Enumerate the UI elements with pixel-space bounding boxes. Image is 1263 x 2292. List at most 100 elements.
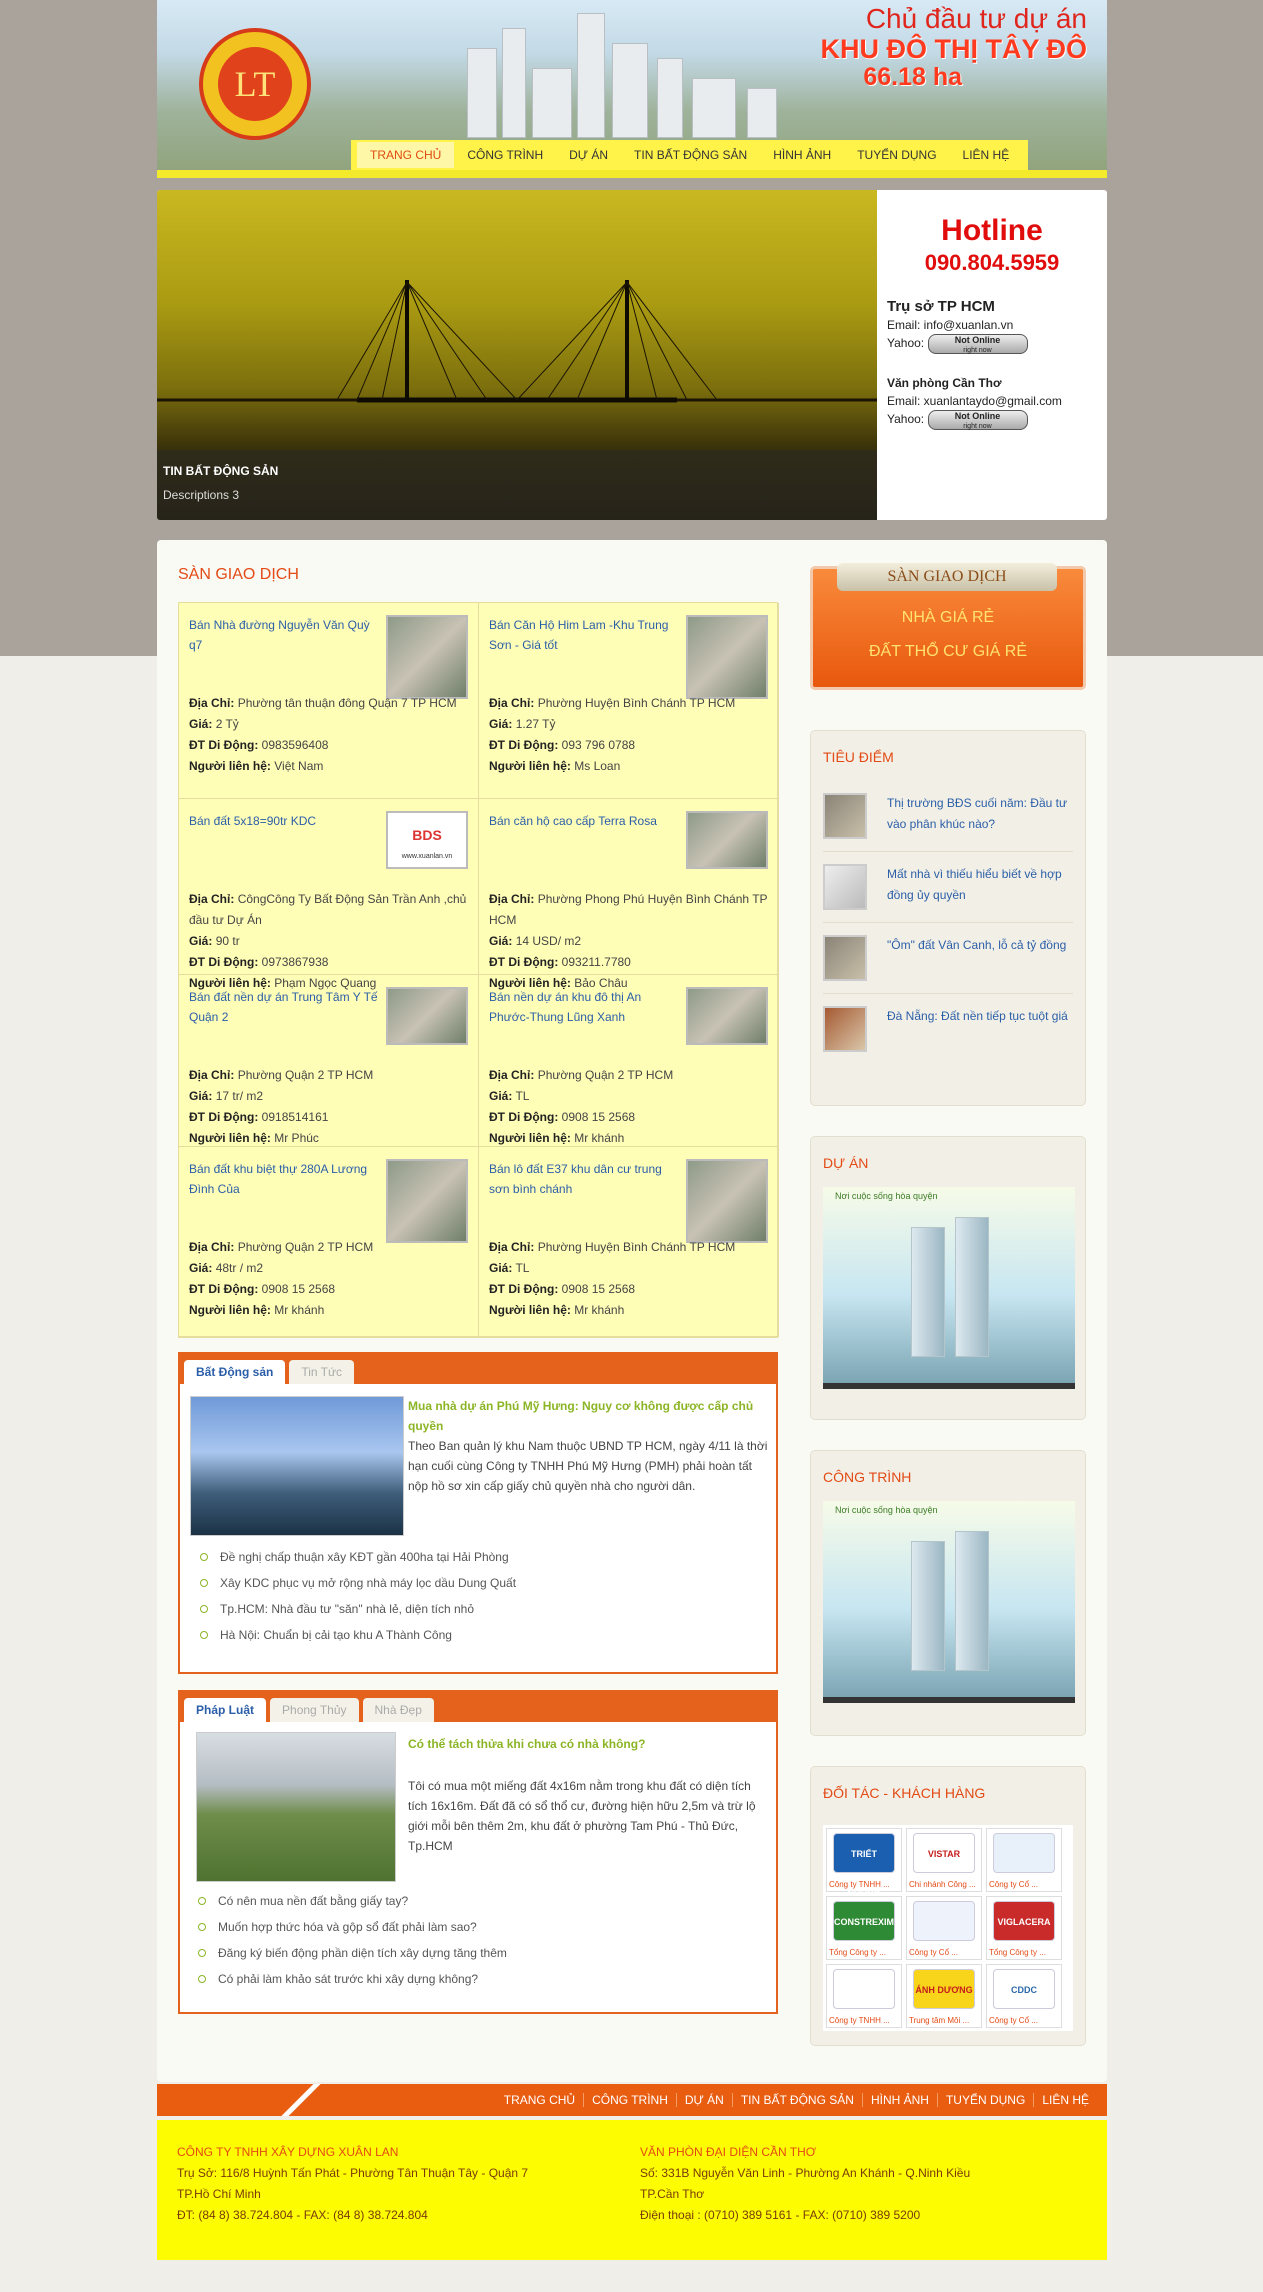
- listing-section-title: SÀN GIAO DỊCH: [178, 566, 299, 583]
- tab-feng-shui[interactable]: Phong Thủy: [270, 1698, 359, 1722]
- listing-title[interactable]: Bán nền dự án khu đô thị An Phước-Thung …: [489, 987, 679, 1027]
- listing-thumbnail[interactable]: [386, 987, 468, 1045]
- exchange-banner[interactable]: SÀN GIAO DỊCH NHÀ GIÁ RẺ ĐẤT THỔ CƯ GIÁ …: [810, 563, 1086, 690]
- article-link[interactable]: Có phải làm khảo sát trước khi xây dựng …: [198, 1966, 507, 1992]
- focus-item[interactable]: Mất nhà vì thiếu hiểu biết về hợp đồng ủ…: [823, 852, 1073, 923]
- focus-thumbnail[interactable]: [823, 935, 867, 981]
- article-link[interactable]: Muốn hợp thức hóa và gộp sổ đất phải làm…: [198, 1914, 507, 1940]
- partner-logo-item[interactable]: CDDC Công ty Cổ ...: [986, 1964, 1062, 2028]
- partner-logo-item[interactable]: Công ty TNHH ...: [826, 1964, 902, 2028]
- article-link[interactable]: Hà Nội: Chuẩn bị cải tạo khu A Thành Côn…: [200, 1622, 516, 1648]
- nav-construction[interactable]: CÔNG TRÌNH: [454, 148, 556, 162]
- listing-address: Phường Quận 2 TP HCM: [537, 1068, 674, 1082]
- tab-beautiful-houses[interactable]: Nhà Đẹp: [362, 1698, 434, 1722]
- slide-caption-title[interactable]: TIN BẤT ĐỘNG SẢN: [163, 464, 871, 478]
- partner-name: Công ty Cổ ...: [909, 1948, 958, 1957]
- listing-title[interactable]: Bán Nhà đường Nguyễn Văn Quỳ q7: [189, 615, 379, 655]
- focus-item-title[interactable]: Mất nhà vì thiếu hiểu biết về hợp đồng ủ…: [887, 864, 1073, 910]
- footer-nav-projects[interactable]: DỰ ÁN: [675, 2093, 732, 2107]
- listing-thumbnail[interactable]: BDS www.xuanlan.vn: [386, 811, 468, 869]
- nav-contact[interactable]: LIÊN HỆ: [950, 148, 1023, 162]
- focus-item[interactable]: Đà Nẵng: Đất nền tiếp tục tuột giá: [823, 994, 1073, 1064]
- listing-title[interactable]: Bán Căn Hộ Him Lam -Khu Trung Sơn - Giá …: [489, 615, 679, 655]
- article-image[interactable]: [190, 1396, 404, 1536]
- partner-name: Tổng Công ty ...: [829, 1948, 886, 1957]
- article-headline[interactable]: Mua nhà dự án Phú Mỹ Hưng: Nguy cơ không…: [408, 1396, 768, 1436]
- listing-contact: Mr khánh: [574, 1131, 625, 1145]
- listing-thumbnail[interactable]: [386, 1159, 468, 1243]
- listing-card: Bán Nhà đường Nguyễn Văn Quỳ q7 Địa Chỉ: …: [179, 603, 479, 799]
- article-link[interactable]: Tp.HCM: Nhà đầu tư "săn" nhà lẻ, diện tí…: [200, 1596, 516, 1622]
- project-poster-image[interactable]: Nơi cuộc sống hòa quyện: [823, 1187, 1075, 1389]
- nav-recruitment[interactable]: TUYỂN DỤNG: [844, 148, 949, 162]
- office-hcm-email[interactable]: Email: info@xuanlan.vn: [887, 316, 1097, 334]
- listing-title[interactable]: Bán đất nền dự án Trung Tâm Y Tế Quận 2: [189, 987, 379, 1027]
- article-link[interactable]: Đề nghị chấp thuận xây KĐT gần 400ha tại…: [200, 1544, 516, 1570]
- focus-title: TIÊU ĐIỂM: [823, 749, 894, 765]
- yahoo-status-button[interactable]: Not Online right now: [927, 410, 1028, 430]
- cheap-land-link[interactable]: ĐẤT THỔ CƯ GIÁ RẺ: [813, 643, 1083, 661]
- focus-item-title[interactable]: Đà Nẵng: Đất nền tiếp tục tuột giá: [887, 1006, 1068, 1052]
- focus-item[interactable]: "Ôm" đất Vân Canh, lỗ cả tỷ đồng: [823, 923, 1073, 994]
- construction-box: CÔNG TRÌNH Nơi cuộc sống hòa quyện: [810, 1450, 1086, 1736]
- footer-nav-contact[interactable]: LIÊN HỆ: [1033, 2093, 1097, 2107]
- price-label: Giá:: [189, 717, 213, 731]
- cheap-houses-link[interactable]: NHÀ GIÁ RẺ: [813, 609, 1083, 627]
- footer-nav-recruitment[interactable]: TUYỂN DỤNG: [936, 2093, 1033, 2107]
- article-link[interactable]: Có nên mua nền đất bằng giấy tay?: [198, 1888, 507, 1914]
- listing-title[interactable]: Bán đất 5x18=90tr KDC: [189, 811, 379, 831]
- listing-card: Bán đất nền dự án Trung Tâm Y Tế Quận 2 Đ…: [179, 975, 479, 1147]
- listing-address: Phường Quận 2 TP HCM: [237, 1068, 374, 1082]
- listing-title[interactable]: Bán đất khu biệt thự 280A Lương Đình Của: [189, 1159, 379, 1199]
- focus-item[interactable]: Thị trường BĐS cuối năm: Đầu tư vào phân…: [823, 781, 1073, 852]
- listing-price: 2 Tỷ: [215, 717, 239, 731]
- construction-poster-image[interactable]: Nơi cuộc sống hòa quyện: [823, 1501, 1075, 1703]
- partner-logo: TRIẾT NHUNG: [833, 1833, 895, 1899]
- listing-title[interactable]: Bán lô đất E37 khu dân cư trung sơn bình…: [489, 1159, 679, 1199]
- tab-news[interactable]: Tin Tức: [289, 1360, 355, 1384]
- project-box: DỰ ÁN Nơi cuộc sống hòa quyện: [810, 1136, 1086, 1420]
- footer-nav-home[interactable]: TRANG CHỦ: [496, 2093, 583, 2107]
- article-headline[interactable]: Có thể tách thửa khi chưa có nhà không?: [408, 1734, 768, 1754]
- tab-bar: Pháp Luật Phong Thủy Nhà Đẹp: [180, 1692, 776, 1722]
- focus-item-title[interactable]: Thị trường BĐS cuối năm: Đầu tư vào phân…: [887, 793, 1073, 839]
- nav-underline: [157, 170, 1107, 178]
- listing-thumbnail[interactable]: [686, 615, 768, 699]
- partner-logo-item[interactable]: CONSTREXIM Tổng Công ty ...: [826, 1896, 902, 1960]
- nav-home[interactable]: TRANG CHỦ: [357, 142, 455, 168]
- article-link[interactable]: Xây KDC phục vụ mở rộng nhà máy lọc dầu …: [200, 1570, 516, 1596]
- focus-thumbnail[interactable]: [823, 793, 867, 839]
- article-link[interactable]: Đăng ký biến động phần diện tích xây dựn…: [198, 1940, 507, 1966]
- article-image[interactable]: [196, 1732, 396, 1882]
- nav-images[interactable]: HÌNH ẢNH: [760, 148, 844, 162]
- listing-info: Địa Chỉ: Phường Quận 2 TP HCM Giá: 17 tr/…: [179, 1065, 469, 1149]
- bridge-slide-image[interactable]: TIN BẤT ĐỘNG SẢN Descriptions 3: [157, 190, 877, 520]
- partner-logo-item[interactable]: VIGLACERA Tổng Công ty ...: [986, 1896, 1062, 1960]
- partner-logo-item[interactable]: ÁNH DƯƠNG Trung tâm Môi ...: [906, 1964, 982, 2028]
- company-logo[interactable]: LT: [199, 28, 311, 140]
- footer-nav-images[interactable]: HÌNH ẢNH: [861, 2093, 937, 2107]
- focus-thumbnail[interactable]: [823, 1006, 867, 1052]
- listing-thumbnail[interactable]: [686, 987, 768, 1045]
- nav-real-estate-news[interactable]: TIN BẤT ĐỘNG SẢN: [621, 148, 760, 162]
- project-title: DỰ ÁN: [823, 1155, 869, 1171]
- partner-logo-item[interactable]: TRIẾT NHUNG Công ty TNHH ...: [826, 1828, 902, 1899]
- footer-nav-real-estate-news[interactable]: TIN BẤT ĐỘNG SẢN: [731, 2093, 862, 2107]
- partner-logo-item[interactable]: Công ty Cổ ...: [986, 1828, 1062, 1892]
- nav-projects[interactable]: DỰ ÁN: [556, 148, 621, 162]
- footer-nav-construction[interactable]: CÔNG TRÌNH: [583, 2093, 676, 2107]
- partner-logo-item[interactable]: VISTAR Chi nhánh Công ...: [906, 1828, 982, 1892]
- office-hcm-yahoo-label: Yahoo:: [887, 336, 925, 351]
- office-cantho-email[interactable]: Email: xuanlantaydo@gmail.com: [887, 392, 1097, 410]
- focus-thumbnail[interactable]: [823, 864, 867, 910]
- listing-title[interactable]: Bán căn hộ cao cấp Terra Rosa: [489, 811, 679, 831]
- tab-law[interactable]: Pháp Luật: [184, 1698, 267, 1722]
- listing-thumbnail[interactable]: [686, 1159, 768, 1243]
- listing-thumbnail[interactable]: [686, 811, 768, 869]
- tab-real-estate[interactable]: Bất Động sản: [184, 1360, 286, 1384]
- listing-info: Địa Chỉ: Phường Quận 2 TP HCM Giá: TL ĐT D…: [479, 1065, 769, 1149]
- listing-thumbnail[interactable]: [386, 615, 468, 699]
- focus-item-title[interactable]: "Ôm" đất Vân Canh, lỗ cả tỷ đồng: [887, 935, 1066, 981]
- yahoo-status-button[interactable]: Not Online right now: [927, 334, 1028, 354]
- partner-logo-item[interactable]: Công ty Cổ ...: [906, 1896, 982, 1960]
